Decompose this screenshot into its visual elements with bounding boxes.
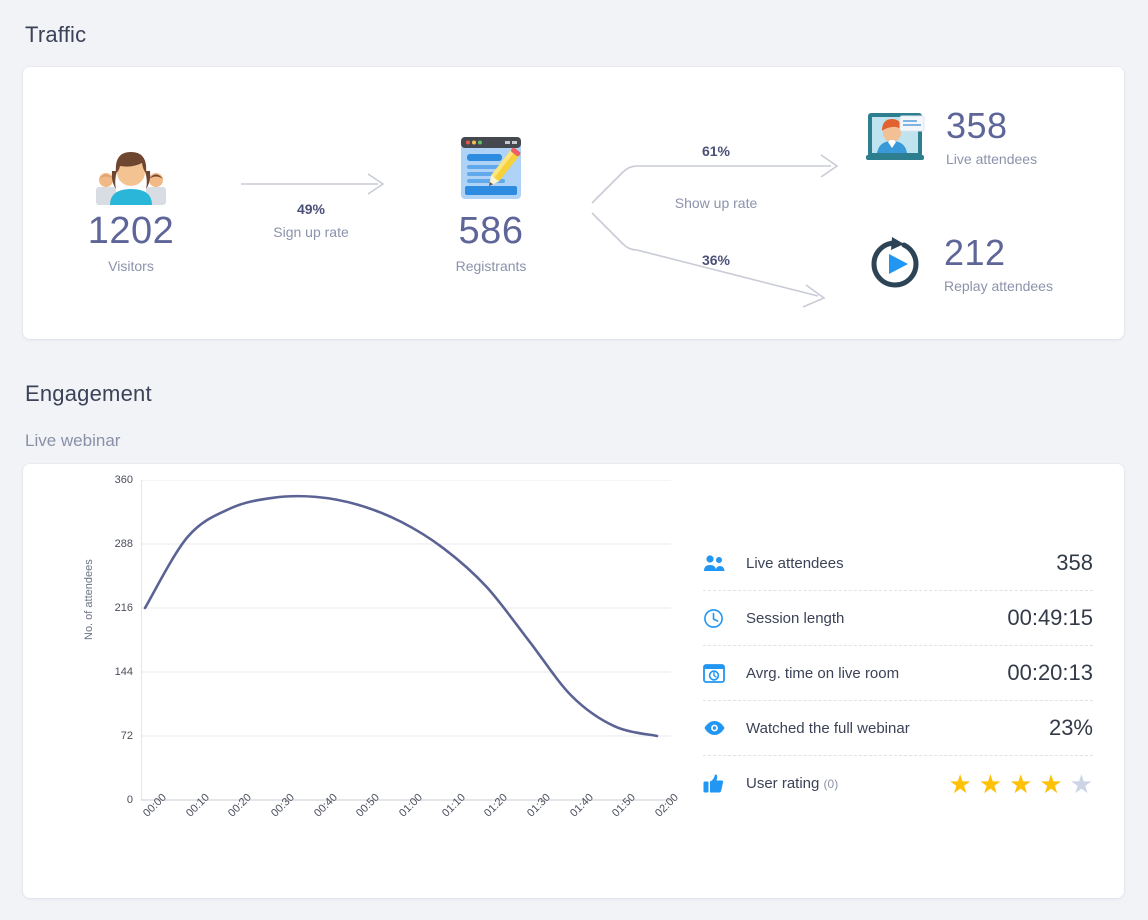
star-filled-icon[interactable]: ★ bbox=[1009, 771, 1032, 797]
registrants-label: Registrants bbox=[401, 258, 581, 274]
engagement-subtitle: Live webinar bbox=[25, 431, 120, 451]
chart-plot-area bbox=[141, 480, 671, 820]
engagement-card: No. of attendees 072144216288360 00:0000… bbox=[23, 464, 1124, 898]
live-attendees-value: 358 bbox=[946, 107, 1037, 145]
traffic-step-live-attendees: 358 Live attendees bbox=[866, 107, 1106, 167]
signup-rate-pct: 49% bbox=[266, 201, 356, 217]
stat-value: 00:20:13 bbox=[1007, 660, 1093, 686]
star-filled-icon[interactable]: ★ bbox=[948, 771, 971, 797]
live-presenter-icon bbox=[866, 109, 928, 164]
stat-row: Session length00:49:15 bbox=[703, 591, 1093, 646]
chart-line-series bbox=[145, 496, 657, 736]
showup-rate-caption: Show up rate bbox=[641, 195, 791, 211]
chart-y-tick-label: 72 bbox=[93, 730, 133, 742]
registration-form-icon bbox=[452, 129, 530, 207]
eye-icon bbox=[703, 715, 733, 741]
stat-value: 23% bbox=[1049, 715, 1093, 741]
visitors-value: 1202 bbox=[41, 212, 221, 252]
chart-y-tick-label: 0 bbox=[93, 794, 133, 806]
stat-label: Watched the full webinar bbox=[733, 720, 1049, 737]
people-group-icon bbox=[92, 149, 170, 207]
stat-label: Session length bbox=[733, 610, 1007, 627]
room-timer-icon bbox=[703, 660, 733, 686]
stat-row: Watched the full webinar23% bbox=[703, 701, 1093, 756]
engagement-section-title: Engagement bbox=[25, 381, 152, 407]
visitors-label: Visitors bbox=[41, 258, 221, 274]
traffic-step-replay-attendees: 212 Replay attendees bbox=[866, 234, 1116, 294]
traffic-funnel: 1202 Visitors 49% Sign up rate bbox=[23, 67, 1124, 339]
people-icon bbox=[703, 550, 733, 576]
live-attendees-label: Live attendees bbox=[946, 151, 1037, 167]
chart-x-ticks: 00:0000:1000:2000:3000:4000:5001:0001:10… bbox=[141, 805, 671, 875]
stat-value: 00:49:15 bbox=[1007, 605, 1093, 631]
traffic-card: 1202 Visitors 49% Sign up rate bbox=[23, 67, 1124, 339]
stat-label: Avrg. time on live room bbox=[733, 665, 1007, 682]
chart-y-tick-label: 288 bbox=[93, 538, 133, 550]
star-rating[interactable]: ★ ★ ★ ★ ★ bbox=[948, 771, 1093, 797]
replay-attendees-label: Replay attendees bbox=[944, 278, 1053, 294]
clock-icon bbox=[703, 605, 733, 631]
thumbs-up-icon bbox=[703, 771, 733, 797]
chart-y-tick-label: 216 bbox=[93, 602, 133, 614]
user-rating-row: User rating (0)★★★★★ bbox=[703, 756, 1093, 811]
stat-value: 358 bbox=[1056, 550, 1093, 576]
stat-row: Avrg. time on live room00:20:13 bbox=[703, 646, 1093, 701]
chart-y-tick-label: 360 bbox=[93, 474, 133, 486]
replay-attendees-value: 212 bbox=[944, 234, 1053, 272]
traffic-section-title: Traffic bbox=[25, 22, 86, 48]
traffic-step-registrants: 586 Registrants bbox=[401, 129, 581, 274]
chart-y-tick-label: 144 bbox=[93, 666, 133, 678]
registrants-value: 586 bbox=[401, 212, 581, 252]
star-filled-icon[interactable]: ★ bbox=[1039, 771, 1062, 797]
stat-row: Live attendees358 bbox=[703, 536, 1093, 591]
showup-replay-pct: 36% bbox=[671, 252, 761, 268]
star-empty-icon[interactable]: ★ bbox=[1070, 771, 1093, 797]
user-rating-text: User rating bbox=[746, 775, 819, 792]
user-rating-count: (0) bbox=[824, 777, 839, 791]
user-rating-label: User rating (0) bbox=[733, 775, 948, 792]
chart-y-ticks: 072144216288360 bbox=[83, 480, 133, 800]
star-filled-icon[interactable]: ★ bbox=[979, 771, 1002, 797]
engagement-stats-list: Live attendees358Session length00:49:15A… bbox=[703, 536, 1093, 811]
stat-label: Live attendees bbox=[733, 555, 1056, 572]
analytics-dashboard: Traffic bbox=[0, 0, 1148, 920]
signup-rate-caption: Sign up rate bbox=[236, 224, 386, 240]
showup-live-pct: 61% bbox=[671, 143, 761, 159]
traffic-step-visitors: 1202 Visitors bbox=[41, 149, 221, 274]
replay-play-icon bbox=[866, 235, 924, 293]
attendance-chart: No. of attendees 072144216288360 00:0000… bbox=[53, 480, 683, 880]
